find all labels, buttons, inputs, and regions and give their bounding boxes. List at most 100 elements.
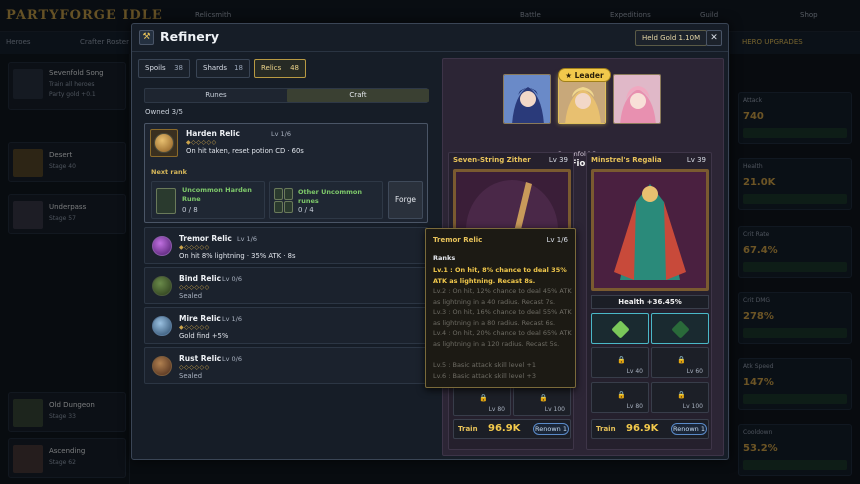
relic-desc: On hit 8% lightning · 35% ATK · 8s bbox=[179, 252, 296, 260]
relic-name: Harden Relic bbox=[186, 129, 240, 138]
equipment-slot[interactable]: 🔒 Lv 40 bbox=[591, 347, 649, 378]
renown-button[interactable]: Renown 1 bbox=[671, 423, 707, 435]
hero-art-frame bbox=[591, 169, 709, 291]
forge-button[interactable]: Forge bbox=[388, 181, 423, 219]
left-card[interactable]: Sevenfold Song Train all heroes Party go… bbox=[8, 62, 126, 110]
tab-shards[interactable]: Shards 18 bbox=[196, 59, 250, 78]
relic-stars: ◆◇◇◇◇◇ bbox=[179, 244, 210, 251]
mire-relic-icon bbox=[152, 316, 172, 336]
lock-icon: 🔒 bbox=[617, 356, 626, 364]
relic-name: Bind Relic bbox=[179, 274, 222, 283]
tab-count: 38 bbox=[174, 64, 183, 72]
bottom-bar bbox=[130, 460, 730, 484]
portrait-hero-3[interactable] bbox=[613, 74, 661, 124]
nav-item[interactable]: Battle bbox=[520, 11, 541, 19]
rune-requirement-b: Other Uncommon runes 0 / 4 bbox=[269, 181, 383, 219]
regalia-art bbox=[594, 172, 706, 288]
relic-name: Rust Relic bbox=[179, 354, 222, 363]
close-button[interactable]: ✕ bbox=[706, 30, 722, 46]
tooltip-title: Tremor Relic bbox=[433, 236, 483, 244]
app-logo: PARTYFORGE IDLE bbox=[6, 8, 163, 23]
equipment-slot[interactable] bbox=[591, 313, 649, 344]
rune-icon bbox=[284, 201, 293, 213]
stat-card[interactable]: Crit Rate 67.4% bbox=[738, 226, 852, 278]
hero-name: Minstrel's Regalia bbox=[591, 156, 662, 164]
relic-level: Lv 0/6 bbox=[222, 275, 242, 283]
relic-icon-frame bbox=[150, 129, 178, 157]
hero-3-portrait-art bbox=[614, 75, 660, 123]
hero-name: Seven-String Zither bbox=[453, 156, 531, 164]
health-bonus: Health +36.45% bbox=[591, 295, 709, 309]
left-card[interactable]: Underpass Stage 57 bbox=[8, 194, 126, 234]
lock-icon: 🔒 bbox=[617, 391, 626, 399]
right-header: HERO UPGRADES bbox=[742, 38, 803, 46]
renown-button[interactable]: Renown 1 bbox=[533, 423, 569, 435]
relic-card-tremor[interactable]: Tremor Relic Lv 1/6 ◆◇◇◇◇◇ On hit 8% lig… bbox=[144, 227, 428, 264]
lock-icon: 🔒 bbox=[677, 391, 686, 399]
relic-stars: ◆◇◇◇◇◇ bbox=[179, 324, 210, 331]
rune-icon bbox=[274, 188, 283, 200]
dark-gem-icon bbox=[671, 320, 690, 339]
left-panel: Sevenfold Song Train all heroes Party go… bbox=[0, 54, 130, 484]
equipment-slot[interactable]: 🔒 Lv 100 bbox=[651, 382, 709, 413]
bind-relic-icon bbox=[152, 276, 172, 296]
equipment-slot[interactable]: 🔒 Lv 80 bbox=[591, 382, 649, 413]
held-gold-badge: Held Gold 1.10M bbox=[635, 30, 708, 46]
left-card[interactable]: Old Dungeon Stage 33 bbox=[8, 392, 126, 432]
tooltip-level: Lv 1/6 bbox=[546, 236, 568, 244]
relic-level: Lv 1/6 bbox=[222, 315, 242, 323]
relic-tooltip: Tremor Relic Lv 1/6 Ranks Lv.1 : On hit,… bbox=[425, 228, 576, 388]
harden-relic-icon bbox=[154, 133, 174, 153]
hero-level: Lv 39 bbox=[548, 156, 568, 164]
relic-desc: Gold find +5% bbox=[179, 332, 229, 340]
equipment-slot[interactable]: 🔒 Lv 100 bbox=[513, 385, 571, 416]
left-card[interactable]: Desert Stage 40 bbox=[8, 142, 126, 182]
equipment-slot[interactable]: 🔒 Lv 80 bbox=[453, 385, 511, 416]
portrait-hero-1[interactable] bbox=[503, 74, 551, 124]
rune-count: 0 / 8 bbox=[182, 206, 198, 214]
nav-item[interactable]: Relicsmith bbox=[195, 11, 231, 19]
tab-relics[interactable]: Relics 48 bbox=[254, 59, 306, 78]
modal-header: ⚒ Refinery Held Gold 1.10M ✕ bbox=[132, 24, 728, 52]
relic-card-rust[interactable]: Rust Relic Lv 0/6 ◇◇◇◇◇◇ Sealed bbox=[144, 347, 428, 384]
rune-label: Uncommon Harden Rune bbox=[182, 186, 252, 203]
left-tab[interactable]: Heroes bbox=[6, 38, 31, 46]
relic-card-mire[interactable]: Mire Relic Lv 1/6 ◆◇◇◇◇◇ Gold find +5% bbox=[144, 307, 428, 344]
rune-icon bbox=[274, 201, 283, 213]
relic-stars: ◇◇◇◇◇◇ bbox=[179, 364, 210, 371]
hero-1-portrait-art bbox=[504, 75, 550, 123]
relic-card-harden[interactable]: Harden Relic Lv 1/6 ◆◇◇◇◇◇ On hit taken,… bbox=[144, 123, 428, 223]
stat-card[interactable]: Crit DMG 278% bbox=[738, 292, 852, 344]
tab-count: 48 bbox=[290, 64, 299, 72]
relic-name: Tremor Relic bbox=[179, 234, 232, 243]
stat-card[interactable]: Atk Speed 147% bbox=[738, 358, 852, 410]
train-bar: Train 96.9K Renown 1 bbox=[591, 419, 709, 439]
tab-runes[interactable]: Runes bbox=[145, 89, 287, 102]
tooltip-rank: Lv.6 : Basic attack skill level +3 bbox=[433, 372, 536, 380]
left-tab[interactable]: Crafter Roster bbox=[80, 38, 129, 46]
rune-requirement-a: Uncommon Harden Rune 0 / 8 bbox=[151, 181, 265, 219]
nav-item[interactable]: Guild bbox=[700, 11, 718, 19]
nav-item[interactable]: Shop bbox=[800, 11, 818, 19]
tab-craft[interactable]: Craft bbox=[287, 89, 429, 102]
tooltip-rank: Lv.2 : On hit, 12% chance to deal 45% AT… bbox=[433, 287, 572, 306]
tab-spoils[interactable]: Spoils 38 bbox=[138, 59, 190, 78]
train-cost: 96.9K bbox=[488, 423, 521, 434]
stat-card[interactable]: Health 21.0K bbox=[738, 158, 852, 210]
relic-card-bind[interactable]: Bind Relic Lv 0/6 ◇◇◇◇◇◇ Sealed bbox=[144, 267, 428, 304]
tooltip-rank: Lv.1 : On hit, 8% chance to deal 35% ATK… bbox=[433, 266, 567, 285]
relic-name: Mire Relic bbox=[179, 314, 221, 323]
stat-card[interactable]: Cooldown 53.2% bbox=[738, 424, 852, 476]
left-card[interactable]: Ascending Stage 62 bbox=[8, 438, 126, 478]
lock-icon: 🔒 bbox=[479, 394, 488, 402]
stat-card[interactable]: Attack 740 bbox=[738, 92, 852, 144]
nav-item[interactable]: Expeditions bbox=[610, 11, 651, 19]
hero-card-regalia: Minstrel's Regalia Lv 39 Health +36.45% … bbox=[586, 152, 712, 450]
equipment-slot[interactable]: 🔒 Lv 60 bbox=[651, 347, 709, 378]
leader-badge: ★ Leader bbox=[558, 68, 611, 82]
lock-icon: 🔒 bbox=[539, 394, 548, 402]
tooltip-rank: Lv.3 : On hit, 16% chance to deal 55% AT… bbox=[433, 308, 572, 327]
equipment-slot[interactable] bbox=[651, 313, 709, 344]
rune-icon bbox=[284, 188, 293, 200]
tremor-relic-icon bbox=[152, 236, 172, 256]
